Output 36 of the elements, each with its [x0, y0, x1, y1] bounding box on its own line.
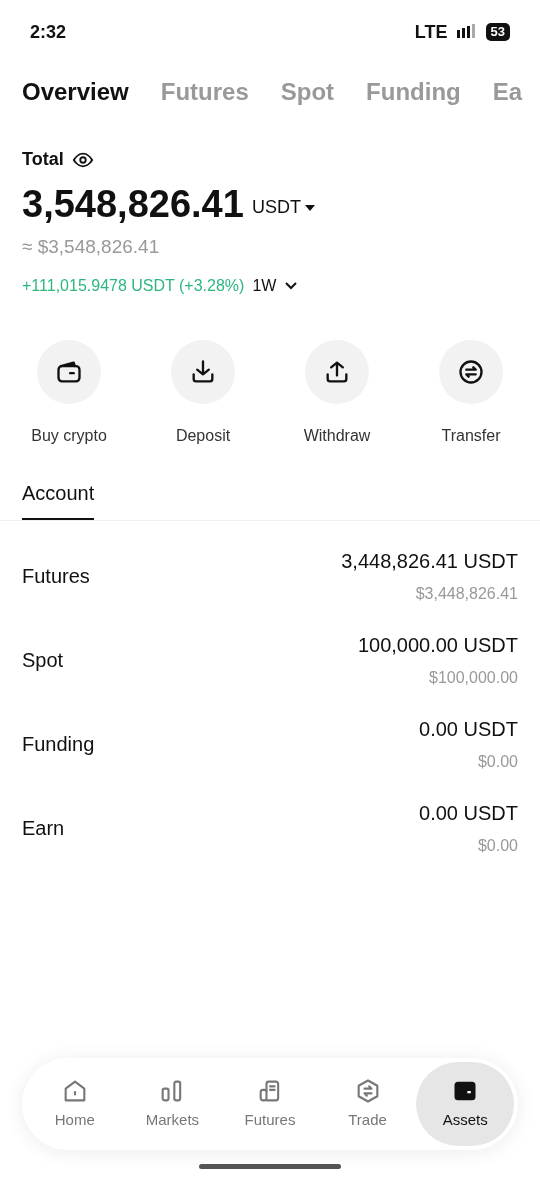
account-amount: 3,448,826.41 USDT	[341, 548, 518, 574]
account-name: Earn	[22, 815, 65, 841]
account-usd: $0.00	[477, 751, 518, 772]
action-button[interactable]: Buy crypto	[2, 339, 136, 448]
action-button[interactable]: Transfer	[404, 339, 538, 448]
nav-tab[interactable]: Futures	[221, 1062, 319, 1146]
account-usd: $0.00	[477, 835, 518, 856]
nav-tab[interactable]: Markets	[123, 1062, 222, 1146]
nav-tab[interactable]: Trade	[318, 1062, 417, 1146]
action-button[interactable]: Deposit	[136, 339, 270, 448]
account-name: Spot	[22, 647, 64, 673]
status-time: 2:32	[30, 20, 67, 44]
nav-tab[interactable]: Assets	[416, 1062, 514, 1146]
account-amount: 0.00 USDT	[419, 716, 518, 742]
account-name: Futures	[22, 563, 90, 589]
usd-equivalent: ≈ $3,548,826.41	[22, 235, 161, 259]
signal-icon	[455, 24, 478, 40]
total-balance: 3,548,826.41	[22, 185, 244, 223]
period-selector[interactable]: 1W	[252, 273, 299, 298]
action-button[interactable]: Withdraw	[270, 339, 404, 448]
transfer-icon	[457, 357, 485, 386]
account-amount: 100,000.00 USDT	[357, 632, 518, 658]
tab[interactable]: Overview	[22, 74, 129, 110]
account-amount: 0.00 USDT	[419, 800, 518, 826]
battery-indicator: 53	[485, 23, 510, 41]
section-tab[interactable]: Account	[22, 477, 95, 520]
nav-tab[interactable]: Home	[26, 1062, 124, 1146]
chevron-down-icon	[284, 280, 299, 291]
currency-selector[interactable]: USDT	[251, 194, 315, 223]
account-name: Funding	[22, 731, 95, 757]
pnl-change: +111,015.9478 USDT (+3.28%)	[22, 275, 245, 296]
caret-icon	[304, 203, 315, 212]
network-label: LTE	[414, 20, 448, 44]
account-usd: $100,000.00	[429, 667, 518, 688]
total-label: Total	[22, 148, 64, 171]
account-usd: $3,448,826.41	[415, 583, 518, 604]
